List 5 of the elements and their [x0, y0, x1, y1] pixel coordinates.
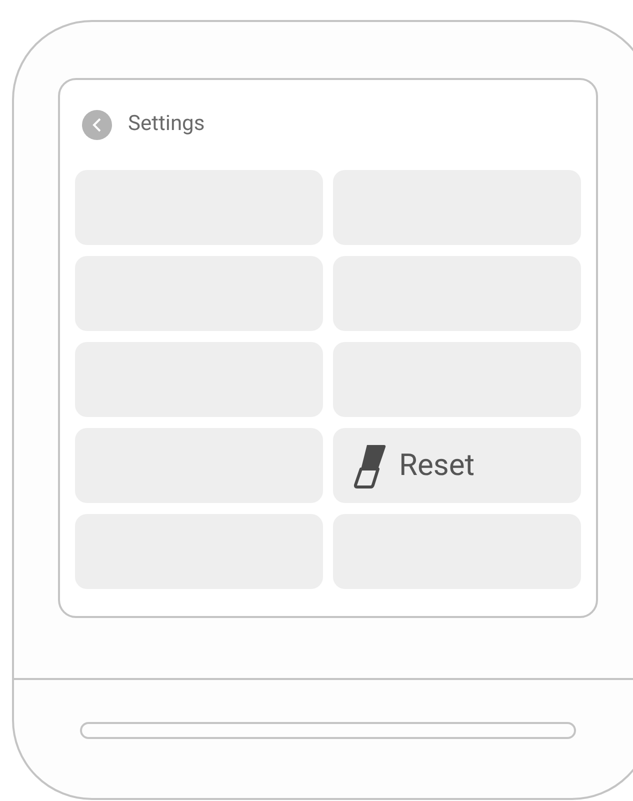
eraser-icon: [353, 442, 387, 488]
chevron-left-icon: [92, 118, 102, 132]
screen-title: Settings: [128, 111, 205, 138]
back-button[interactable]: [82, 110, 112, 140]
reset-tile[interactable]: Reset: [333, 428, 581, 503]
